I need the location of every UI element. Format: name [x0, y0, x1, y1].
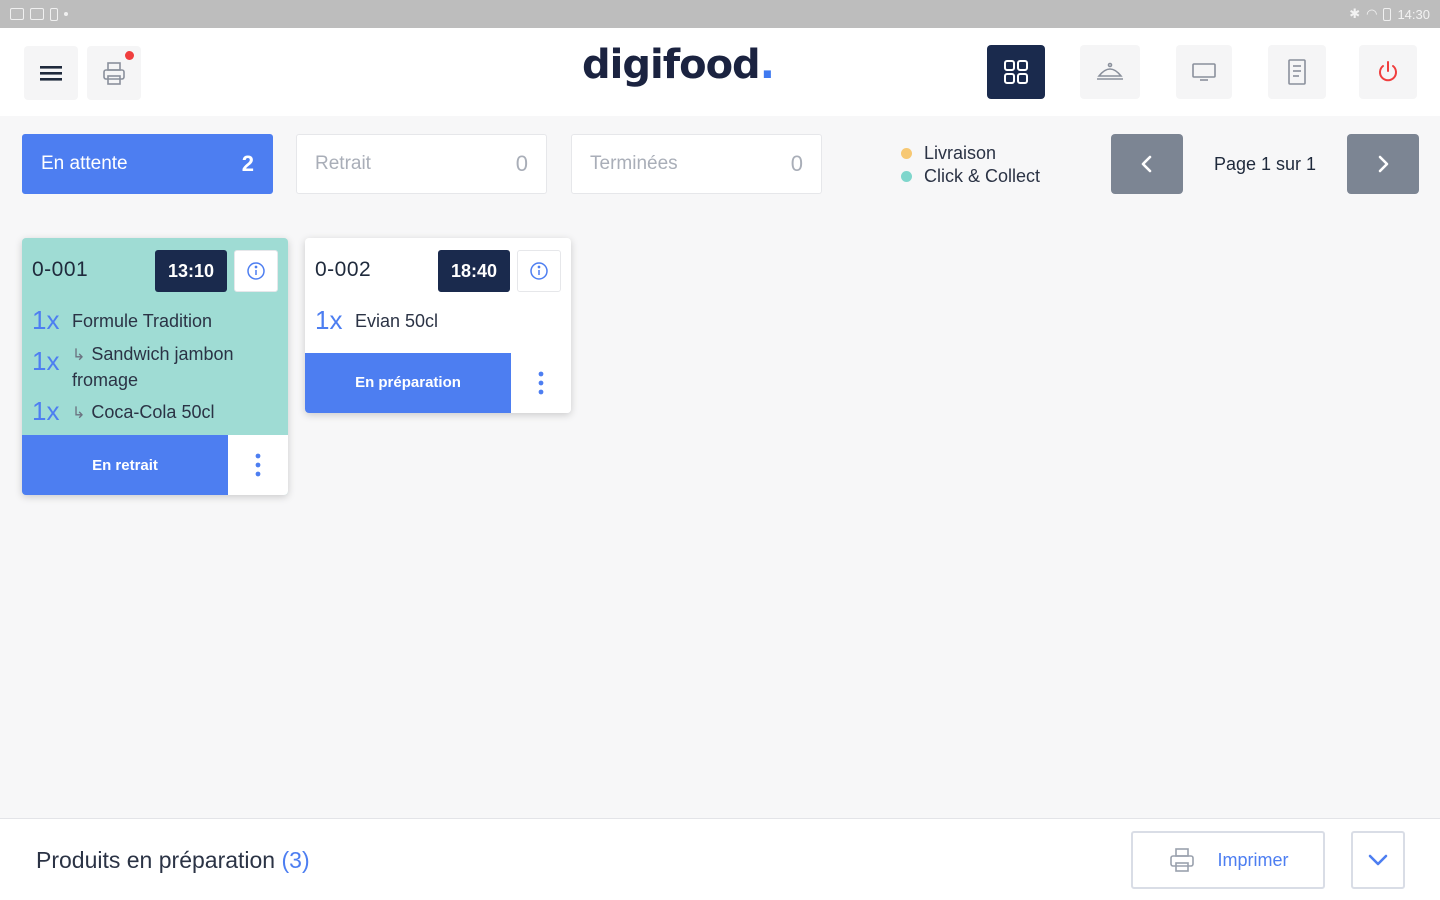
order-items: 1x Evian 50cl	[305, 306, 571, 353]
item-name: Evian 50cl	[355, 311, 439, 331]
battery-icon	[1383, 7, 1392, 21]
more-options-button[interactable]	[228, 435, 288, 496]
tab-label: Terminées	[590, 153, 678, 174]
sub-item-arrow-icon: ↳	[72, 404, 86, 422]
printer-alert-dot	[125, 51, 134, 60]
order-items: 1x Formule Tradition 1x ↳ Sandwich jambon…	[22, 306, 288, 435]
item-name-wrap: ↳ Sandwich jambon fromage	[72, 339, 278, 393]
tab-count: 2	[241, 151, 254, 176]
item-quantity: 1x	[32, 305, 60, 335]
wifi-icon: ◠	[1366, 6, 1378, 21]
legend-label: Livraison	[924, 143, 997, 163]
click-collect-color-dot	[901, 171, 912, 182]
products-in-preparation-bar: Produits en préparation (3) Imprimer	[0, 818, 1440, 900]
chevron-right-icon	[1378, 155, 1389, 173]
page-indicator: Page 1 sur 1	[1213, 153, 1317, 174]
list-item: 1x ↳ Sandwich jambon fromage	[32, 339, 278, 393]
app-header: digifood.	[0, 28, 1440, 116]
more-vertical-icon	[538, 371, 544, 394]
tab-retrait[interactable]: Retrait 0	[296, 134, 547, 194]
order-card-footer: En retrait	[22, 435, 288, 496]
products-in-preparation-title[interactable]: Produits en préparation (3)	[36, 847, 310, 874]
chevron-left-icon	[1141, 155, 1152, 173]
item-quantity: 1x	[32, 395, 60, 426]
legend-label: Click & Collect	[924, 166, 1041, 186]
order-time-badge: 18:40	[438, 250, 510, 292]
more-vertical-icon	[255, 454, 261, 477]
gallery-icon	[30, 8, 44, 20]
item-quantity: 1x	[315, 305, 343, 335]
order-type-legend: Livraison Click & Collect	[901, 142, 1040, 188]
sub-item-arrow-icon: ↳	[72, 346, 86, 364]
logout-button[interactable]	[1359, 45, 1417, 99]
tab-count: 0	[515, 151, 528, 176]
order-info-button[interactable]	[234, 250, 278, 292]
list-item: 1x Evian 50cl	[315, 306, 561, 335]
status-icons-right: ✱ ◠ 14:30	[1349, 6, 1430, 22]
info-icon	[247, 262, 265, 280]
tab-label: Retrait	[315, 153, 371, 174]
bluetooth-icon: ✱	[1349, 6, 1361, 21]
delivery-button[interactable]	[1080, 45, 1140, 99]
item-quantity: 1x	[32, 345, 60, 376]
order-time-badge: 13:10	[155, 250, 227, 292]
grid-view-icon	[1004, 60, 1028, 84]
display-icon	[1192, 63, 1216, 81]
delivery-icon	[1097, 62, 1123, 80]
bar-title-count: (3)	[281, 847, 310, 873]
digifood-logo: digifood.	[582, 42, 775, 88]
order-number: 0-001	[32, 258, 89, 281]
dot-icon	[64, 12, 68, 16]
tab-label: En attente	[41, 153, 128, 174]
bar-title-text: Produits en préparation	[36, 847, 276, 873]
receipt-button[interactable]	[1268, 45, 1326, 99]
tab-terminees[interactable]: Terminées 0	[571, 134, 822, 194]
clock: 14:30	[1397, 6, 1430, 22]
print-label: Imprimer	[1217, 849, 1289, 870]
previous-page-button[interactable]	[1111, 134, 1183, 194]
status-icons-left	[10, 7, 68, 21]
power-icon	[1379, 61, 1397, 82]
receipt-icon	[1288, 59, 1306, 85]
grid-view-button[interactable]	[987, 45, 1045, 99]
chevron-down-icon	[1368, 854, 1388, 866]
list-item: 1x Formule Tradition	[32, 306, 278, 335]
expand-collapse-button[interactable]	[1351, 831, 1405, 889]
legend-item-click-collect: Click & Collect	[901, 165, 1040, 188]
order-number: 0-002	[315, 258, 372, 281]
system-status-bar: ✱ ◠ 14:30	[0, 0, 1440, 28]
legend-item-livraison: Livraison	[901, 142, 1040, 165]
order-card-header: 0-002 18:40	[305, 238, 571, 306]
printer-icon	[103, 62, 125, 85]
next-page-button[interactable]	[1347, 134, 1419, 194]
order-card[interactable]: 0-001 13:10 1x Formule Tradition 1x ↳ San…	[22, 238, 288, 496]
item-name: Formule Tradition	[72, 311, 213, 331]
tab-en-attente[interactable]: En attente 2	[22, 134, 273, 194]
display-button[interactable]	[1176, 45, 1232, 99]
info-icon	[530, 262, 548, 280]
tab-count: 0	[790, 151, 803, 176]
order-info-button[interactable]	[517, 250, 561, 292]
list-item: 1x ↳ Coca-Cola 50cl	[32, 397, 278, 426]
printer-icon	[1169, 848, 1194, 872]
item-name-wrap: ↳ Coca-Cola 50cl	[72, 397, 214, 425]
hamburger-menu-icon	[40, 66, 62, 81]
livraison-color-dot	[901, 148, 912, 159]
item-name: Sandwich jambon fromage	[72, 343, 234, 390]
item-name: Coca-Cola 50cl	[91, 401, 215, 422]
print-button[interactable]: Imprimer	[1131, 831, 1325, 889]
order-card-header: 0-001 13:10	[22, 238, 288, 306]
order-card-footer: En préparation	[305, 352, 571, 413]
status-action-button[interactable]: En retrait	[22, 435, 228, 496]
menu-button[interactable]	[24, 46, 78, 100]
storage-icon	[50, 7, 58, 21]
more-options-button[interactable]	[511, 352, 571, 413]
notification-icon	[10, 8, 24, 20]
order-card[interactable]: 0-002 18:40 1x Evian 50cl En préparation	[305, 238, 571, 413]
status-action-button[interactable]: En préparation	[305, 352, 511, 413]
printer-status-button[interactable]	[87, 46, 141, 100]
